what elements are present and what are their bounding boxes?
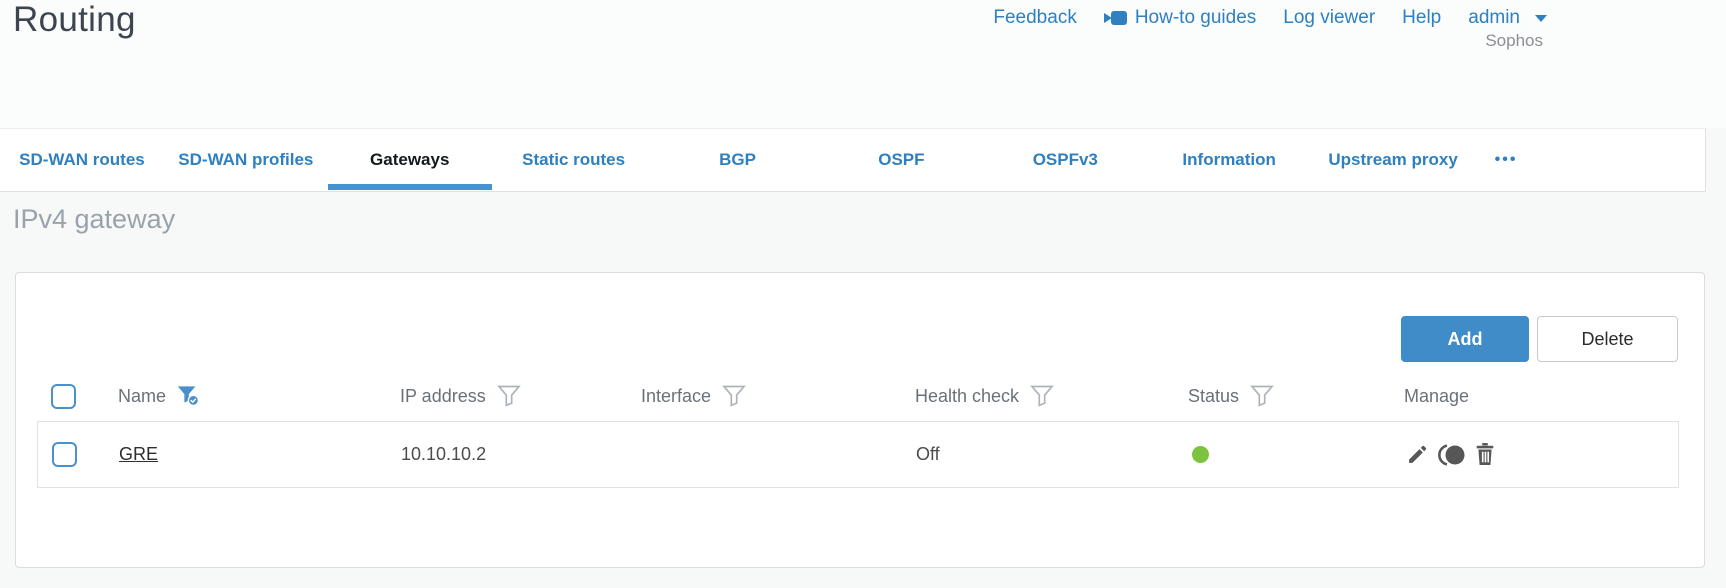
name-cell: GRE: [102, 444, 384, 465]
delete-row-icon[interactable]: [1473, 443, 1497, 467]
filter-icon[interactable]: [1250, 384, 1274, 408]
section-heading: IPv4 gateway: [13, 204, 176, 234]
chevron-down-icon: [1535, 14, 1547, 22]
tab-bar: SD-WAN routes SD-WAN profiles Gateways S…: [0, 128, 1706, 192]
filter-active-icon[interactable]: [177, 384, 201, 408]
tab-sdwan-routes[interactable]: SD-WAN routes: [0, 129, 164, 191]
filter-icon[interactable]: [722, 384, 746, 408]
tab-sdwan-profiles[interactable]: SD-WAN profiles: [164, 129, 328, 191]
header-checkbox-cell: [37, 383, 101, 409]
top-nav: Feedback How-to guides Log viewer Help a…: [993, 7, 1547, 29]
gateway-card: Add Delete Name IP address Interface Hea…: [15, 272, 1705, 568]
manage-cell: [1388, 443, 1678, 467]
tab-static-routes[interactable]: Static routes: [492, 129, 656, 191]
table-header-row: Name IP address Interface Health check S…: [37, 371, 1679, 421]
help-link[interactable]: Help: [1402, 7, 1441, 29]
tab-upstream-proxy[interactable]: Upstream proxy: [1311, 129, 1475, 191]
tab-gateways[interactable]: Gateways: [327, 129, 492, 191]
clone-icon[interactable]: [1436, 443, 1466, 467]
filter-icon[interactable]: [496, 384, 521, 408]
howto-guides-link[interactable]: How-to guides: [1103, 7, 1256, 29]
log-viewer-link[interactable]: Log viewer: [1283, 7, 1375, 29]
row-checkbox-cell: [38, 442, 102, 467]
video-camera-icon: [1103, 10, 1127, 26]
select-all-checkbox[interactable]: [51, 383, 76, 409]
ip-address-cell: 10.10.10.2: [401, 444, 487, 464]
toolbar: Add Delete: [1401, 316, 1678, 362]
user-menu[interactable]: admin: [1468, 7, 1547, 29]
feedback-link[interactable]: Feedback: [993, 7, 1076, 29]
delete-button[interactable]: Delete: [1537, 316, 1678, 362]
status-cell: [1172, 446, 1388, 463]
gateway-name-link[interactable]: GRE: [119, 444, 158, 464]
tab-information[interactable]: Information: [1147, 129, 1311, 191]
filter-icon[interactable]: [1030, 384, 1054, 408]
gateway-table: Name IP address Interface Health check S…: [37, 371, 1679, 488]
add-button[interactable]: Add: [1401, 316, 1529, 362]
column-header-name: Name: [101, 384, 383, 408]
edit-icon[interactable]: [1405, 443, 1429, 467]
row-checkbox[interactable]: [52, 442, 77, 467]
column-header-health-check: Health check: [898, 384, 1171, 408]
brand-label: Sophos: [1485, 31, 1543, 50]
tab-ospf[interactable]: OSPF: [819, 129, 983, 191]
tab-bgp[interactable]: BGP: [656, 129, 820, 191]
column-header-status: Status: [1171, 384, 1387, 408]
tabs: SD-WAN routes SD-WAN profiles Gateways S…: [0, 129, 1705, 191]
column-header-interface: Interface: [624, 384, 898, 408]
status-up-indicator: [1192, 446, 1209, 463]
more-tabs-button[interactable]: •••: [1475, 129, 1537, 191]
page-title: Routing: [13, 0, 136, 39]
health-check-cell: Off: [916, 444, 940, 464]
table-row: GRE 10.10.10.2 Off: [37, 421, 1679, 488]
tab-ospfv3[interactable]: OSPFv3: [983, 129, 1147, 191]
column-header-ip-address: IP address: [383, 384, 624, 408]
column-header-manage: Manage: [1404, 385, 1470, 406]
